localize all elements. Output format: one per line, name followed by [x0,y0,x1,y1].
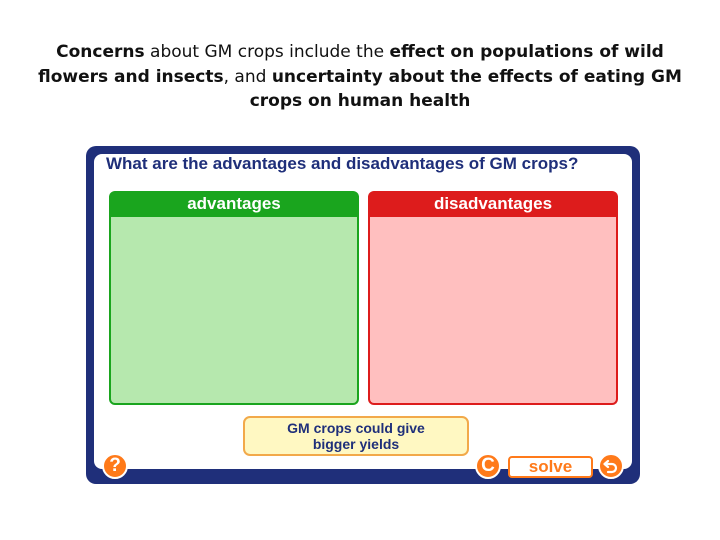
card-line-2: bigger yields [312,436,400,452]
card-line-1: GM crops could give [287,420,425,436]
help-button[interactable]: ? [102,453,128,479]
caption-text-2: , and [223,66,272,87]
undo-arrow-icon [603,459,618,474]
caption-text-1: about GM crops include the [144,42,390,62]
question-icon: ? [109,455,121,476]
caption-bold-concerns: Concerns [56,42,145,62]
disadvantages-drop-zone[interactable] [368,217,618,405]
advantages-drop-zone[interactable] [109,217,359,405]
caption-bold-uncertainty: uncertainty about the effects of eating … [249,66,682,112]
draggable-statement-card[interactable]: GM crops could give bigger yields [243,416,469,456]
advantages-header: advantages [109,191,359,217]
undo-button[interactable] [598,453,624,479]
reset-button[interactable]: C [475,453,501,479]
reset-icon: C [481,455,495,476]
solve-button[interactable]: solve [508,456,593,478]
slide-caption: Concerns about GM crops include the effe… [20,40,700,114]
activity-question: What are the advantages and disadvantage… [106,154,579,173]
disadvantages-header: disadvantages [368,191,618,217]
